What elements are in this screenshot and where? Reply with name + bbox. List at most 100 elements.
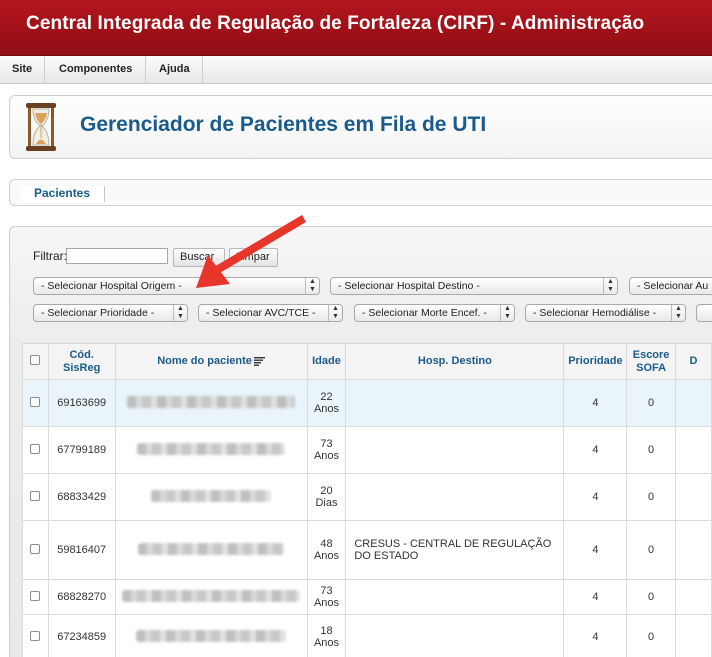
hourglass-icon bbox=[26, 103, 56, 151]
col-idade[interactable]: Idade bbox=[306, 343, 347, 380]
col-cod-sisreg[interactable]: Cód. SisReg bbox=[47, 343, 116, 380]
col-escore-sofa[interactable]: Escore SOFA bbox=[626, 343, 676, 380]
table-row[interactable]: 59816407 48 Anos CRESUS - CENTRAL DE REGU… bbox=[22, 520, 712, 580]
select-avc-tce[interactable]: - Selecionar AVC/TCE - ▲ ▼ bbox=[198, 304, 343, 322]
cell-cod: 68833429 bbox=[47, 473, 116, 521]
cell-idade: 22 Anos bbox=[306, 379, 347, 427]
select-hospital-destino[interactable]: - Selecionar Hospital Destino - ▲ ▼ bbox=[330, 277, 618, 295]
col-prioridade[interactable]: Prioridade bbox=[563, 343, 628, 380]
select-prioridade[interactable]: - Selecionar Prioridade - ▲ ▼ bbox=[33, 304, 188, 322]
redacted-name bbox=[151, 489, 272, 502]
cell-destino bbox=[345, 426, 565, 474]
filter-input[interactable] bbox=[66, 248, 168, 264]
cell-sofa: 0 bbox=[626, 379, 676, 427]
redacted-name bbox=[136, 629, 287, 642]
redacted-name bbox=[137, 442, 286, 455]
cell-prioridade: 4 bbox=[563, 579, 628, 615]
updown-arrows-icon: ▲ ▼ bbox=[671, 305, 685, 321]
select-hospital-origem[interactable]: - Selecionar Hospital Origem - ▲ ▼ bbox=[33, 277, 320, 295]
cell-sofa: 0 bbox=[626, 426, 676, 474]
tab-pacientes[interactable]: Pacientes bbox=[20, 186, 106, 202]
cell-last bbox=[674, 426, 712, 474]
row-select-cell bbox=[22, 614, 49, 657]
row-checkbox[interactable] bbox=[30, 590, 41, 601]
table-row[interactable]: 67799189 73 Anos 4 0 bbox=[22, 426, 712, 474]
cell-idade: 48 Anos bbox=[306, 520, 347, 580]
select-hemodialise[interactable]: - Selecionar Hemodiálise - ▲ ▼ bbox=[525, 304, 686, 322]
cell-prioridade: 4 bbox=[563, 614, 628, 657]
cell-destino: CRESUS - CENTRAL DE REGULAÇÃO DO ESTADO bbox=[345, 520, 565, 580]
cell-destino bbox=[345, 614, 565, 657]
select-all-cell bbox=[22, 343, 49, 380]
search-button[interactable]: Buscar bbox=[173, 248, 225, 267]
redacted-name bbox=[138, 542, 285, 555]
cell-prioridade: 4 bbox=[563, 520, 628, 580]
page-title: Gerenciador de Pacientes em Fila de UTI bbox=[80, 113, 487, 136]
cell-nome bbox=[114, 520, 308, 580]
select-partial[interactable] bbox=[696, 304, 712, 322]
select-avc-tce-value: - Selecionar AVC/TCE - bbox=[206, 307, 316, 319]
cell-destino bbox=[345, 379, 565, 427]
col-hosp-destino[interactable]: Hosp. Destino bbox=[345, 343, 565, 380]
cell-idade: 20 Dias bbox=[306, 473, 347, 521]
cell-sofa: 0 bbox=[626, 520, 676, 580]
cell-idade: 73 Anos bbox=[306, 426, 347, 474]
row-checkbox[interactable] bbox=[30, 443, 41, 454]
select-morte-encef-value: - Selecionar Morte Encef. - bbox=[362, 307, 487, 319]
cell-prioridade: 4 bbox=[563, 473, 628, 521]
menu-item-componentes[interactable]: Componentes bbox=[46, 56, 147, 84]
cell-sofa: 0 bbox=[626, 473, 676, 521]
row-checkbox[interactable] bbox=[30, 543, 41, 554]
cell-sofa: 0 bbox=[626, 614, 676, 657]
select-prioridade-value: - Selecionar Prioridade - bbox=[41, 307, 155, 319]
row-checkbox[interactable] bbox=[30, 490, 41, 501]
row-checkbox[interactable] bbox=[30, 396, 41, 407]
table-row[interactable]: 67234859 18 Anos 4 0 bbox=[22, 614, 712, 657]
updown-arrows-icon: ▲ ▼ bbox=[328, 305, 342, 321]
cell-nome bbox=[114, 379, 308, 427]
cell-destino bbox=[345, 473, 565, 521]
table-row[interactable]: 69163699 22 Anos 4 0 bbox=[22, 379, 712, 427]
app-title: Central Integrada de Regulação de Fortal… bbox=[26, 13, 645, 34]
select-hemodialise-value: - Selecionar Hemodiálise - bbox=[533, 307, 657, 319]
table-row[interactable]: 68828270 73 Anos 4 0 bbox=[22, 579, 712, 615]
select-third-value: - Selecionar Au bbox=[637, 280, 709, 292]
cell-sofa: 0 bbox=[626, 579, 676, 615]
select-hospital-destino-value: - Selecionar Hospital Destino - bbox=[338, 280, 480, 292]
cell-prioridade: 4 bbox=[563, 379, 628, 427]
row-checkbox[interactable] bbox=[30, 630, 41, 641]
cell-idade: 73 Anos bbox=[306, 579, 347, 615]
cell-nome bbox=[114, 473, 308, 521]
cell-prioridade: 4 bbox=[563, 426, 628, 474]
select-all-checkbox[interactable] bbox=[30, 354, 41, 365]
cell-last bbox=[674, 579, 712, 615]
page-header: Gerenciador de Pacientes em Fila de UTI bbox=[9, 95, 712, 159]
clear-button[interactable]: Limpar bbox=[229, 248, 278, 267]
cell-idade: 18 Anos bbox=[306, 614, 347, 657]
updown-arrows-icon: ▲ ▼ bbox=[500, 305, 514, 321]
row-select-cell bbox=[22, 520, 49, 580]
select-morte-encef[interactable]: - Selecionar Morte Encef. - ▲ ▼ bbox=[354, 304, 515, 322]
cell-cod: 68828270 bbox=[47, 579, 116, 615]
updown-arrows-icon: ▲ ▼ bbox=[305, 278, 319, 294]
col-last[interactable]: D bbox=[674, 343, 712, 380]
cell-nome bbox=[114, 426, 308, 474]
redacted-name bbox=[127, 395, 296, 408]
select-hospital-origem-value: - Selecionar Hospital Origem - bbox=[41, 280, 182, 292]
cell-last bbox=[674, 473, 712, 521]
filter-label: Filtrar: bbox=[33, 249, 67, 263]
menu-item-site[interactable]: Site bbox=[0, 56, 46, 84]
sort-icon bbox=[253, 356, 265, 366]
menu-item-ajuda[interactable]: Ajuda bbox=[147, 56, 203, 84]
cell-last bbox=[674, 614, 712, 657]
cell-cod: 59816407 bbox=[47, 520, 116, 580]
select-third[interactable]: - Selecionar Au bbox=[629, 277, 712, 295]
col-nome-paciente[interactable]: Nome do paciente bbox=[114, 343, 308, 380]
table-row[interactable]: 68833429 20 Dias 4 0 bbox=[22, 473, 712, 521]
patients-table: Cód. SisReg Nome do paciente Idade Hosp. … bbox=[22, 343, 712, 657]
updown-arrows-icon: ▲ ▼ bbox=[603, 278, 617, 294]
cell-cod: 67234859 bbox=[47, 614, 116, 657]
tab-bar: Pacientes bbox=[9, 179, 712, 206]
updown-arrows-icon: ▲ ▼ bbox=[173, 305, 187, 321]
cell-nome bbox=[114, 579, 308, 615]
